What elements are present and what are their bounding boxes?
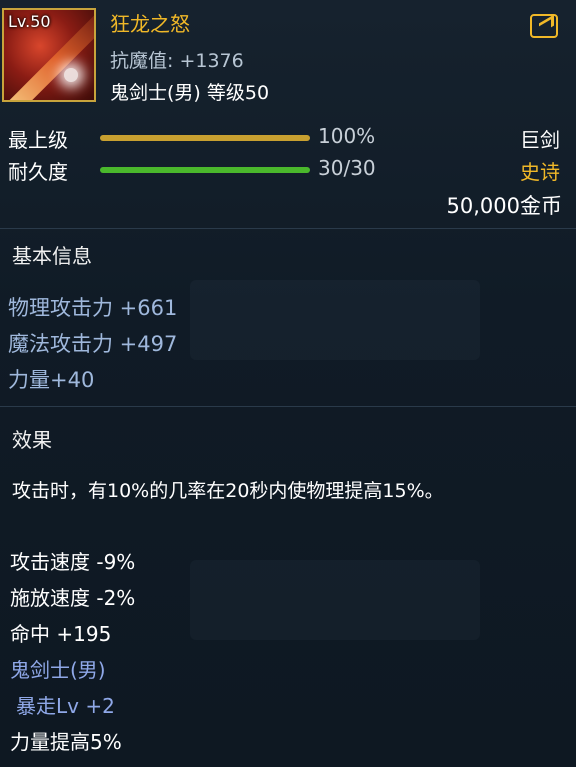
class-level-requirement: 鬼剑士(男) 等级50	[110, 82, 270, 104]
item-header: Lv.50 狂龙之怒 抗魔值: +1376 鬼剑士(男) 等级50	[0, 0, 576, 108]
weapon-type: 巨剑	[520, 128, 560, 152]
background-ghost-panel	[190, 560, 480, 640]
divider	[0, 228, 576, 229]
durability-label: 耐久度	[8, 160, 68, 184]
level-badge: Lv.50	[8, 12, 51, 31]
grade-bar-fill	[100, 135, 310, 141]
grade-value: 100%	[318, 124, 376, 148]
sell-price: 50,000金币	[446, 194, 562, 218]
skill-level-bonus: 暴走Lv +2	[16, 694, 115, 718]
rarity-label: 史诗	[520, 160, 560, 184]
strength-stat: 力量+40	[8, 368, 95, 392]
physical-attack-stat: 物理攻击力 +661	[8, 296, 178, 320]
strength-boost: 力量提高5%	[10, 730, 122, 754]
durability-bar-fill	[100, 167, 310, 173]
great-sword-icon[interactable]: Lv.50	[2, 8, 96, 102]
effect-title: 效果	[12, 428, 52, 452]
divider	[0, 406, 576, 407]
item-tooltip: Lv.50 狂龙之怒 抗魔值: +1376 鬼剑士(男) 等级50 最上级 10…	[0, 0, 576, 767]
grade-label: 最上级	[8, 128, 68, 152]
durability-bar	[100, 167, 310, 173]
share-arrow-icon[interactable]	[530, 14, 558, 38]
background-ghost-panel	[190, 280, 480, 360]
class-requirement: 鬼剑士(男)	[10, 658, 106, 682]
shine-glint	[64, 68, 78, 82]
attack-speed-stat: 攻击速度 -9%	[10, 550, 136, 574]
item-name: 狂龙之怒	[110, 12, 190, 36]
effect-description: 攻击时，有10%的几率在20秒内使物理提高15%。	[12, 480, 444, 502]
durability-value: 30/30	[318, 156, 376, 180]
basic-info-title: 基本信息	[12, 244, 92, 268]
hit-rate-stat: 命中 +195	[10, 622, 112, 646]
grade-row: 最上级 100% 巨剑	[8, 124, 568, 152]
durability-row: 耐久度 30/30 史诗	[8, 156, 568, 184]
grade-bar	[100, 135, 310, 141]
cast-speed-stat: 施放速度 -2%	[10, 586, 136, 610]
magic-attack-stat: 魔法攻击力 +497	[8, 332, 178, 356]
resist-value: 抗魔值: +1376	[110, 50, 244, 72]
